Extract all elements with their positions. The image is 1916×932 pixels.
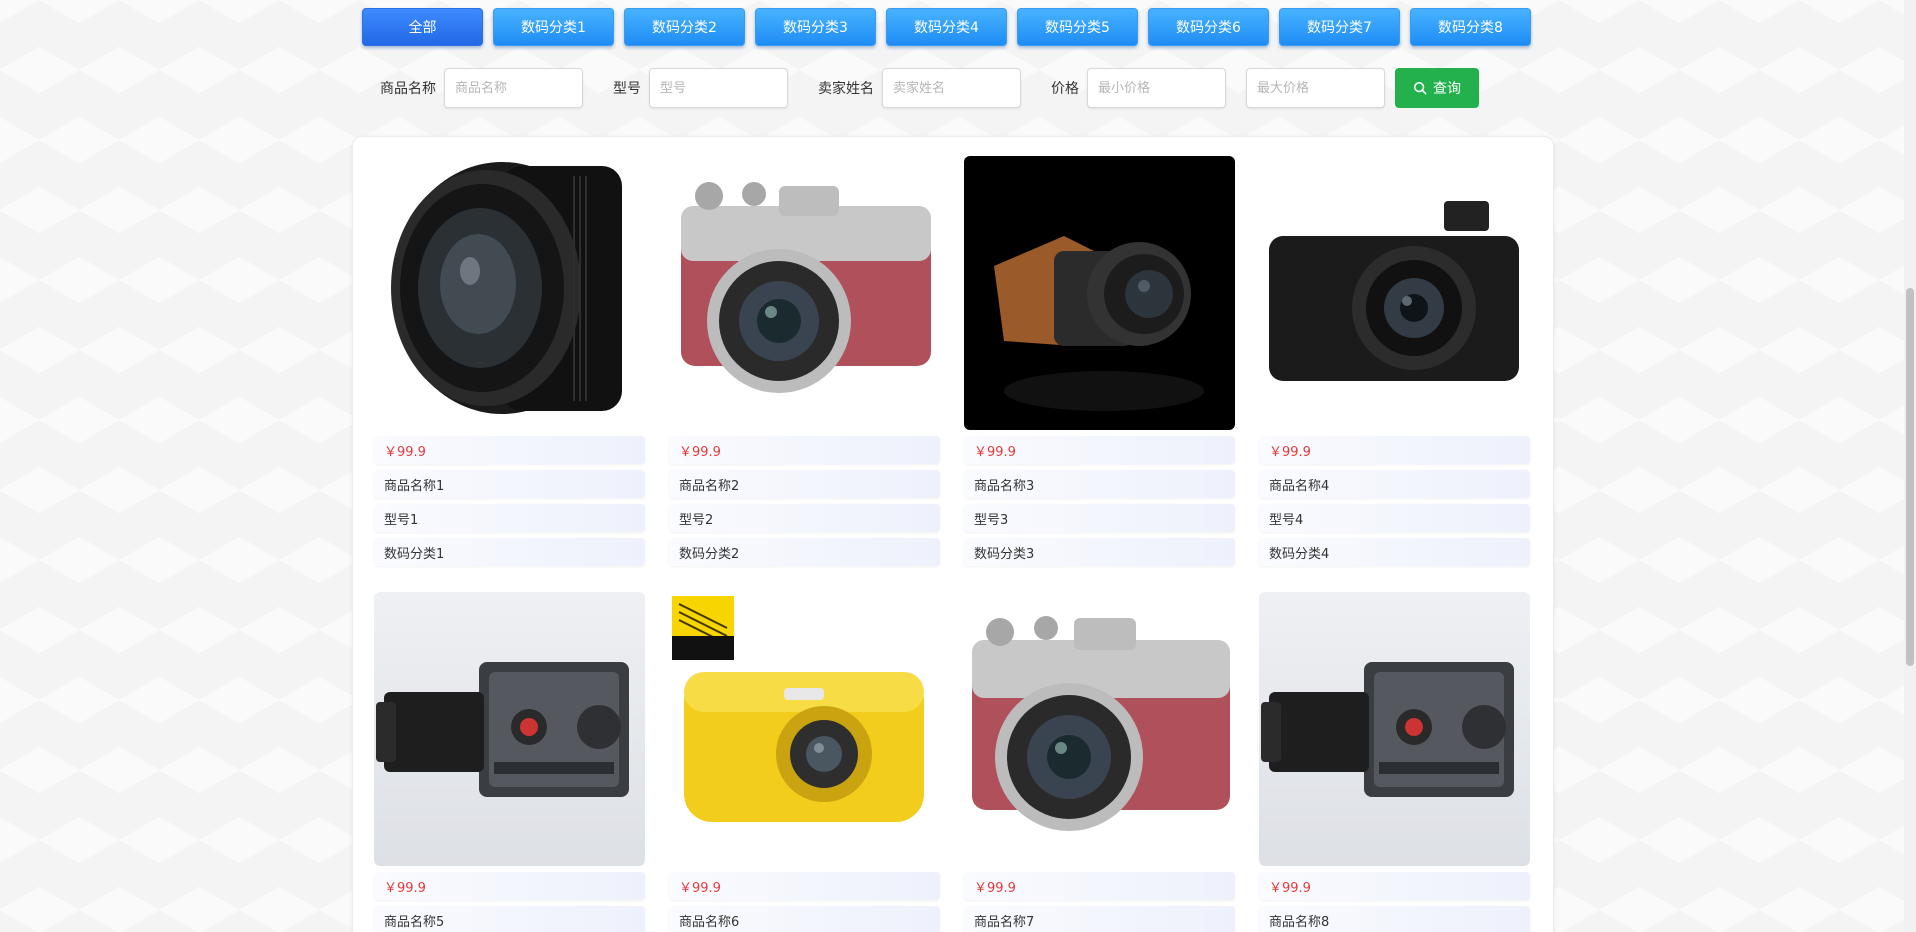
tab-category-8[interactable]: 数码分类8 <box>1410 8 1531 46</box>
product-price: ￥99.9 <box>669 872 940 900</box>
product-image[interactable] <box>964 592 1235 866</box>
product-card[interactable]: ￥99.9 商品名称1 型号1 数码分类1 <box>374 156 645 572</box>
product-category: 数码分类2 <box>669 538 940 566</box>
page-scrollbar[interactable] <box>1904 0 1916 932</box>
category-tabs: 全部 数码分类1 数码分类2 数码分类3 数码分类4 数码分类5 数码分类6 数… <box>362 8 1531 46</box>
product-price: ￥99.9 <box>964 872 1235 900</box>
search-bar: 商品名称 型号 卖家姓名 价格 查询 <box>380 68 1479 108</box>
model-label: 型号 <box>613 81 641 97</box>
product-name: 商品名称6 <box>669 906 940 932</box>
product-category: 数码分类4 <box>1259 538 1530 566</box>
product-image[interactable] <box>1259 156 1530 430</box>
search-icon <box>1413 81 1427 95</box>
tab-category-7[interactable]: 数码分类7 <box>1279 8 1400 46</box>
seller-label: 卖家姓名 <box>818 81 874 97</box>
tab-category-4[interactable]: 数码分类4 <box>886 8 1007 46</box>
name-input[interactable] <box>444 68 583 108</box>
product-image[interactable] <box>669 592 940 866</box>
product-card[interactable]: ￥99.9 商品名称8 <box>1259 592 1530 932</box>
product-category: 数码分类1 <box>374 538 645 566</box>
tab-all[interactable]: 全部 <box>362 8 483 46</box>
product-name: 商品名称8 <box>1259 906 1530 932</box>
scrollbar-thumb[interactable] <box>1906 288 1914 666</box>
product-card[interactable]: ￥99.9 商品名称5 <box>374 592 645 932</box>
product-category: 数码分类3 <box>964 538 1235 566</box>
product-grid: ￥99.9 商品名称1 型号1 数码分类1 ￥99.9 商品名称2 型号2 数码… <box>374 156 1530 932</box>
product-name: 商品名称7 <box>964 906 1235 932</box>
tab-category-1[interactable]: 数码分类1 <box>493 8 614 46</box>
product-image[interactable] <box>964 156 1235 430</box>
name-label: 商品名称 <box>380 81 436 97</box>
query-label: 查询 <box>1433 81 1461 97</box>
product-name: 商品名称2 <box>669 470 940 498</box>
model-input[interactable] <box>649 68 788 108</box>
product-name: 商品名称3 <box>964 470 1235 498</box>
product-price: ￥99.9 <box>964 436 1235 464</box>
product-card[interactable]: ￥99.9 商品名称6 <box>669 592 940 932</box>
product-card[interactable]: ￥99.9 商品名称4 型号4 数码分类4 <box>1259 156 1530 572</box>
tab-category-6[interactable]: 数码分类6 <box>1148 8 1269 46</box>
product-name: 商品名称4 <box>1259 470 1530 498</box>
product-card[interactable]: ￥99.9 商品名称7 <box>964 592 1235 932</box>
product-image[interactable] <box>669 156 940 430</box>
product-name: 商品名称1 <box>374 470 645 498</box>
product-price: ￥99.9 <box>669 436 940 464</box>
product-price: ￥99.9 <box>1259 872 1530 900</box>
price-label: 价格 <box>1051 81 1079 97</box>
min-price-input[interactable] <box>1087 68 1226 108</box>
tab-category-2[interactable]: 数码分类2 <box>624 8 745 46</box>
product-card[interactable]: ￥99.9 商品名称3 型号3 数码分类3 <box>964 156 1235 572</box>
product-price: ￥99.9 <box>374 872 645 900</box>
seller-input[interactable] <box>882 68 1021 108</box>
product-model: 型号1 <box>374 504 645 532</box>
tab-category-5[interactable]: 数码分类5 <box>1017 8 1138 46</box>
product-name: 商品名称5 <box>374 906 645 932</box>
product-model: 型号3 <box>964 504 1235 532</box>
product-price: ￥99.9 <box>1259 436 1530 464</box>
max-price-input[interactable] <box>1246 68 1385 108</box>
product-model: 型号2 <box>669 504 940 532</box>
query-button[interactable]: 查询 <box>1395 68 1479 108</box>
product-model: 型号4 <box>1259 504 1530 532</box>
product-image[interactable] <box>374 156 645 430</box>
product-card[interactable]: ￥99.9 商品名称2 型号2 数码分类2 <box>669 156 940 572</box>
product-panel: ￥99.9 商品名称1 型号1 数码分类1 ￥99.9 商品名称2 型号2 数码… <box>352 136 1554 932</box>
product-image[interactable] <box>374 592 645 866</box>
tab-category-3[interactable]: 数码分类3 <box>755 8 876 46</box>
product-image[interactable] <box>1259 592 1530 866</box>
product-price: ￥99.9 <box>374 436 645 464</box>
